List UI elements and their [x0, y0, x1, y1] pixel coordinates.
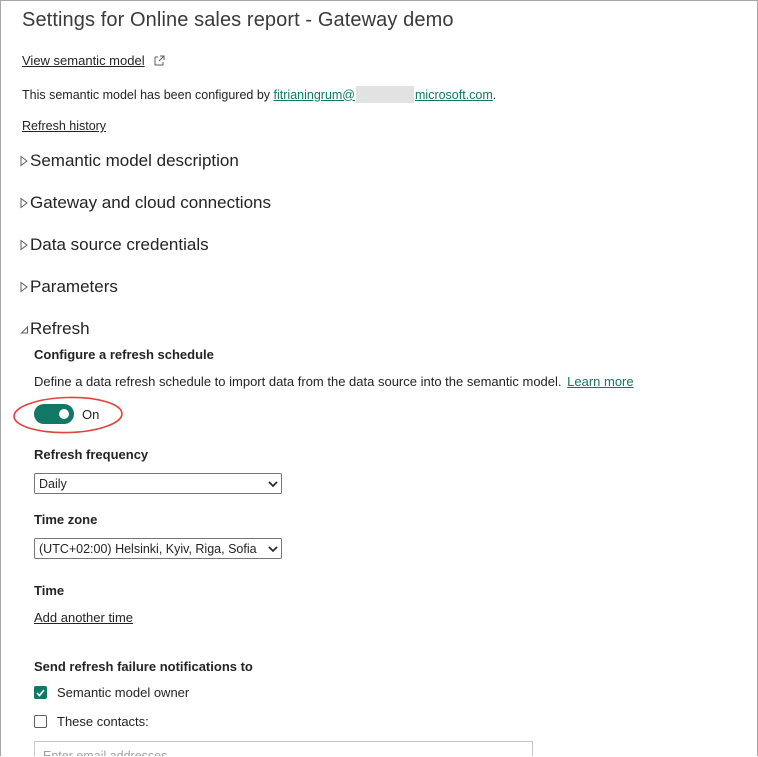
section-semantic-model-description[interactable]: Semantic model description	[19, 151, 239, 171]
section-label: Data source credentials	[30, 235, 209, 254]
section-refresh[interactable]: Refresh	[19, 319, 90, 339]
refresh-history-link[interactable]: Refresh history	[22, 119, 106, 133]
notify-contacts-checkbox-row[interactable]: These contacts:	[34, 714, 149, 729]
notifications-heading: Send refresh failure notifications to	[34, 659, 253, 674]
refresh-frequency-label: Refresh frequency	[34, 447, 149, 462]
contacts-email-input[interactable]: Enter email addresses	[34, 741, 533, 756]
time-zone-value: (UTC+02:00) Helsinki, Kyiv, Riga, Sofia	[39, 541, 257, 556]
notify-owner-checkbox-row[interactable]: Semantic model owner	[34, 685, 189, 700]
configured-suffix: .	[492, 87, 497, 102]
configured-prefix: This semantic model has been configured …	[22, 87, 274, 102]
open-in-new-icon	[154, 55, 165, 66]
triangle-right-icon	[20, 281, 28, 293]
learn-more-link[interactable]: Learn more	[567, 374, 633, 389]
redacted-block	[356, 86, 414, 103]
triangle-right-icon	[20, 239, 28, 251]
time-label: Time	[34, 583, 65, 598]
refresh-frequency-value: Daily	[39, 476, 67, 491]
view-semantic-model-link[interactable]: View semantic model	[22, 53, 165, 68]
notify-contacts-checkbox[interactable]	[34, 715, 47, 728]
section-parameters[interactable]: Parameters	[19, 277, 118, 297]
section-label: Gateway and cloud connections	[30, 193, 271, 212]
chevron-down-icon	[265, 539, 281, 558]
toggle-switch[interactable]	[34, 404, 74, 424]
section-label: Parameters	[30, 277, 118, 296]
configure-schedule-heading: Configure a refresh schedule	[34, 347, 214, 362]
view-semantic-model-label[interactable]: View semantic model	[22, 53, 145, 68]
refresh-description-text: Define a data refresh schedule to import…	[34, 374, 562, 389]
refresh-schedule-toggle[interactable]: On	[34, 404, 99, 424]
time-zone-select[interactable]: (UTC+02:00) Helsinki, Kyiv, Riga, Sofia	[34, 538, 282, 559]
owner-email-link-end[interactable]: microsoft.com	[415, 88, 493, 102]
notify-owner-checkbox[interactable]	[34, 686, 47, 699]
notify-contacts-label: These contacts:	[57, 714, 149, 729]
checkmark-icon	[36, 688, 45, 697]
section-gateway-connections[interactable]: Gateway and cloud connections	[19, 193, 271, 213]
toggle-state-label: On	[82, 406, 100, 422]
section-label: Refresh	[30, 319, 90, 338]
configured-by-text: This semantic model has been configured …	[22, 86, 496, 103]
add-another-time-link[interactable]: Add another time	[34, 610, 133, 625]
refresh-description: Define a data refresh schedule to import…	[34, 374, 634, 389]
triangle-down-right-icon	[20, 325, 28, 334]
triangle-right-icon	[20, 197, 28, 209]
settings-panel: Settings for Online sales report - Gatew…	[0, 0, 758, 756]
toggle-knob	[59, 409, 69, 419]
chevron-down-icon	[265, 474, 281, 493]
section-label: Semantic model description	[30, 151, 239, 170]
time-zone-label: Time zone	[34, 512, 98, 527]
triangle-right-icon	[20, 155, 28, 167]
page-title: Settings for Online sales report - Gatew…	[22, 9, 454, 31]
notify-owner-label: Semantic model owner	[57, 685, 190, 700]
refresh-frequency-select[interactable]: Daily	[34, 473, 282, 494]
owner-email-link-start[interactable]: fitrianingrum@	[274, 88, 355, 102]
section-data-source-credentials[interactable]: Data source credentials	[19, 235, 209, 255]
